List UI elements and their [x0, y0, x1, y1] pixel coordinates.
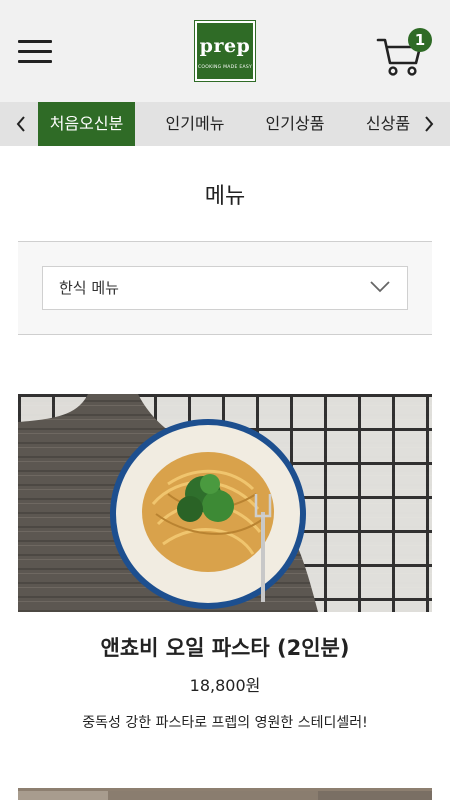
chevron-down-icon [369, 279, 391, 298]
next-product-image[interactable] [18, 788, 432, 800]
logo-word: prep [199, 35, 251, 57]
page-title: 메뉴 [204, 184, 246, 209]
chevron-left-icon[interactable] [10, 102, 32, 146]
product-price: 18,800원 [189, 676, 261, 695]
tab-new-products[interactable]: 신상품 [352, 102, 424, 146]
category-nav: 처음오신분 인기메뉴 인기상품 신상품 [0, 102, 450, 146]
product-name[interactable]: 앤쵸비 오일 파스타 (2인분) [0, 632, 450, 662]
tab-popular-menu[interactable]: 인기메뉴 [150, 102, 240, 146]
product-image-anchovy-pasta[interactable] [18, 394, 432, 612]
hamburger-menu-icon[interactable] [18, 40, 52, 64]
divider-bottom [18, 334, 432, 335]
chevron-right-icon[interactable] [418, 102, 440, 146]
menu-category-select[interactable]: 한식 메뉴 [42, 266, 408, 310]
tab-first-visit[interactable]: 처음오신분 [38, 102, 135, 146]
prep-logo[interactable]: prep COOKING MADE EASY [194, 20, 256, 82]
cart-count-badge: 1 [408, 28, 432, 52]
logo-tagline: COOKING MADE EASY [197, 65, 253, 70]
app-header: prep COOKING MADE EASY [0, 0, 450, 102]
tab-popular-products[interactable]: 인기상품 [250, 102, 340, 146]
product-description: 중독성 강한 파스타로 프렙의 영원한 스테디셀러! [82, 715, 368, 731]
select-value: 한식 메뉴 [59, 279, 119, 297]
